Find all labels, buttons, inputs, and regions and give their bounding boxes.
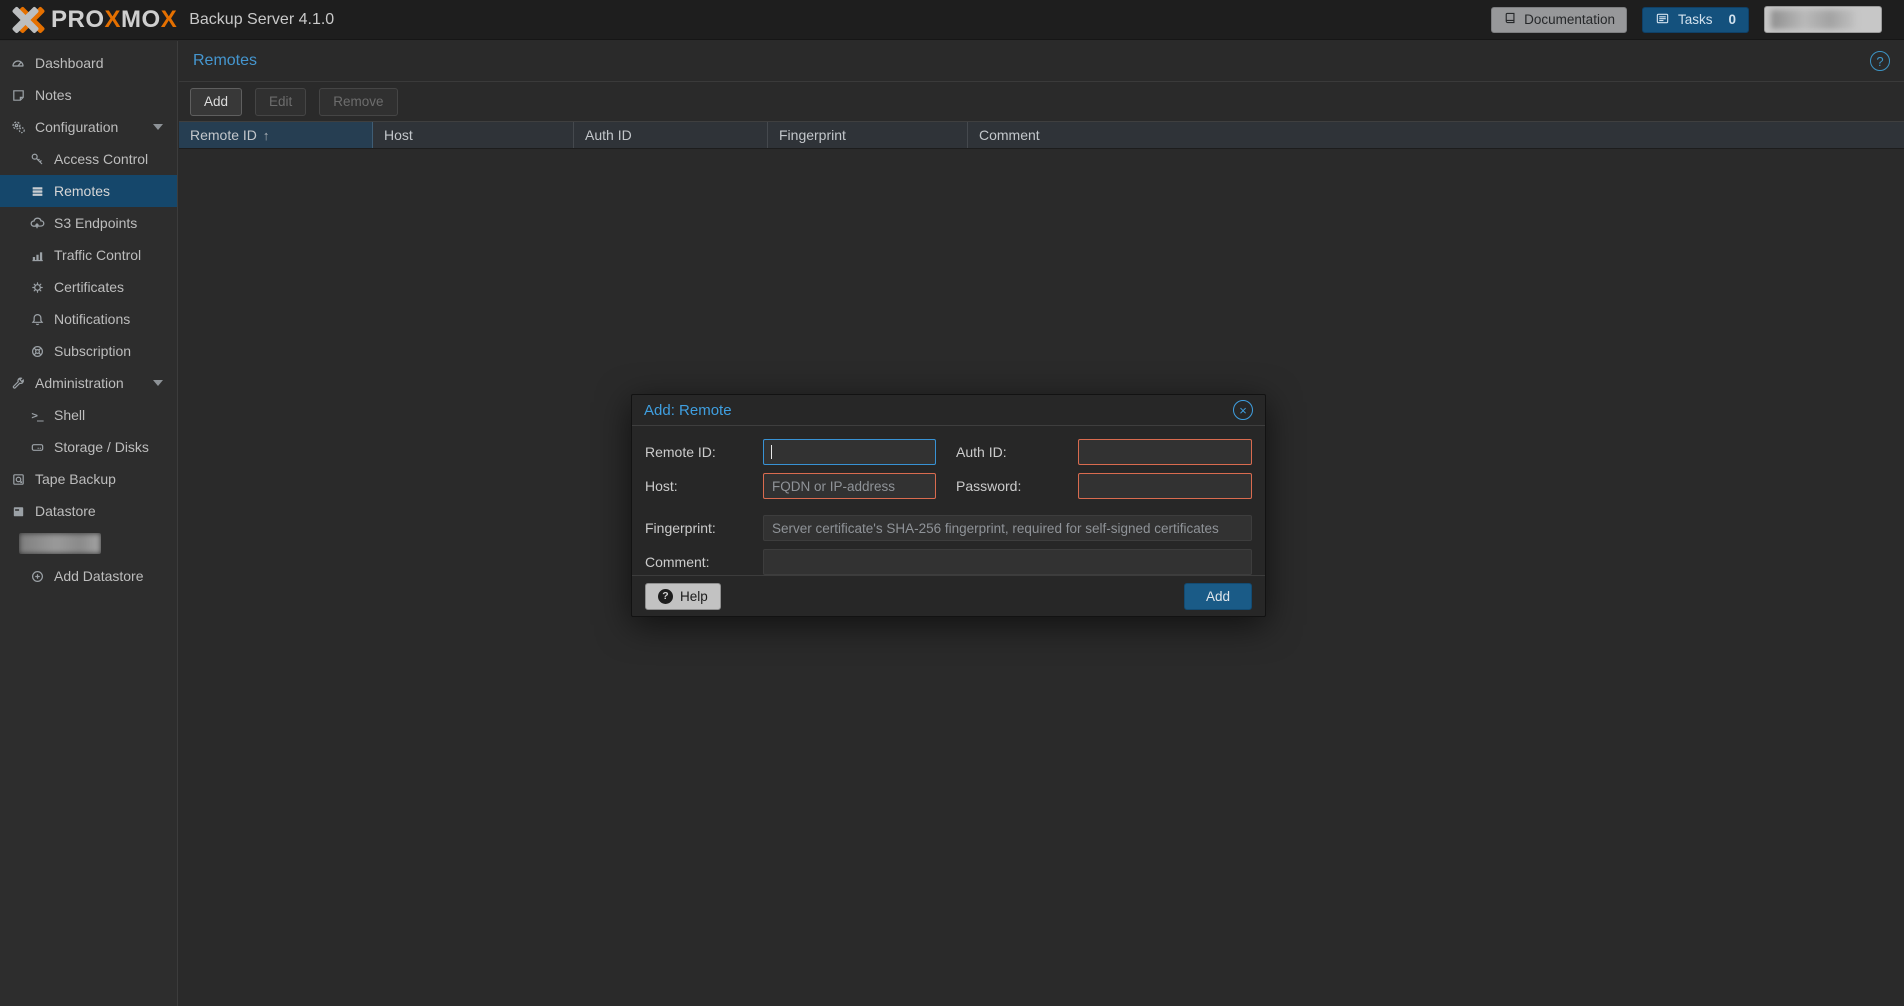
navigation-sidebar: Dashboard Notes Configuration Access Con…: [0, 41, 178, 1006]
auth-id-label: Auth ID:: [956, 444, 1078, 460]
text-caret: [771, 445, 772, 459]
sidebar-item-configuration[interactable]: Configuration: [0, 111, 177, 143]
sidebar-item-s3-endpoints[interactable]: S3 Endpoints: [0, 207, 177, 239]
proxmox-backup-server-app: PROXMOX Backup Server 4.1.0 Documentatio…: [0, 0, 1904, 1006]
page-title: Remotes: [193, 52, 257, 70]
remote-id-input[interactable]: [763, 439, 936, 465]
host-label: Host:: [645, 478, 763, 494]
host-field-wrap: [763, 473, 936, 499]
remove-remote-button[interactable]: Remove: [319, 88, 397, 116]
dialog-add-button[interactable]: Add: [1184, 583, 1252, 610]
add-remote-dialog: Add: Remote × Remote ID: Auth ID: Host:: [631, 394, 1266, 617]
column-header-remote-id[interactable]: Remote ID ↑: [179, 122, 373, 148]
bell-icon: [29, 311, 45, 327]
add-remote-button[interactable]: Add: [190, 88, 242, 116]
dialog-title: Add: Remote: [644, 402, 732, 419]
lifering-icon: [29, 343, 45, 359]
dashboard-gauge-icon: [10, 55, 26, 71]
tasks-count-badge: 0: [1728, 12, 1736, 27]
sidebar-item-access-control[interactable]: Access Control: [0, 143, 177, 175]
dialog-header: Add: Remote ×: [632, 395, 1265, 426]
datastore-icon: [10, 503, 26, 519]
sidebar-item-notifications[interactable]: Notifications: [0, 303, 177, 335]
column-header-host[interactable]: Host: [373, 122, 574, 148]
close-icon[interactable]: ×: [1233, 400, 1253, 420]
datastore-entry-redacted[interactable]: [19, 533, 101, 554]
proxmox-logo: PROXMOX: [12, 5, 177, 35]
certificate-icon: [29, 279, 45, 295]
remote-id-label: Remote ID:: [645, 444, 763, 460]
sidebar-item-administration[interactable]: Administration: [0, 367, 177, 399]
chevron-down-icon[interactable]: [153, 124, 163, 130]
sidebar-item-add-datastore[interactable]: Add Datastore: [0, 560, 177, 592]
documentation-button[interactable]: Documentation: [1491, 7, 1627, 33]
column-header-comment[interactable]: Comment: [968, 122, 1904, 148]
edit-remote-button[interactable]: Edit: [255, 88, 306, 116]
book-icon: [1503, 11, 1517, 28]
remote-id-field-wrap: [763, 439, 936, 465]
remotes-table-header: Remote ID ↑ Host Auth ID Fingerprint Com…: [179, 121, 1904, 149]
traffic-chart-icon: [29, 247, 45, 263]
fingerprint-field-wrap: [763, 515, 1252, 541]
proxmox-x-icon: [12, 5, 42, 35]
comment-input[interactable]: [763, 549, 1252, 575]
chevron-down-icon[interactable]: [153, 380, 163, 386]
task-list-icon: [1655, 11, 1670, 29]
masthead: PROXMOX Backup Server 4.1.0 Documentatio…: [0, 0, 1904, 40]
remotes-toolbar: Add Edit Remove: [179, 82, 1904, 121]
tape-icon: [10, 471, 26, 487]
sidebar-item-subscription[interactable]: Subscription: [0, 335, 177, 367]
password-label: Password:: [956, 478, 1078, 494]
product-version-label: Backup Server 4.1.0: [189, 11, 334, 29]
plus-circle-icon: [29, 568, 45, 584]
sidebar-item-storage-disks[interactable]: Storage / Disks: [0, 431, 177, 463]
sort-ascending-icon: ↑: [263, 128, 270, 143]
sidebar-item-remotes[interactable]: Remotes: [0, 175, 177, 207]
brand-wordmark: PROXMOX: [51, 6, 177, 34]
help-circle-icon[interactable]: ?: [1870, 51, 1890, 71]
key-icon: [29, 151, 45, 167]
question-circle-icon: ?: [658, 589, 673, 604]
tasks-button[interactable]: Tasks 0: [1642, 7, 1749, 33]
sidebar-item-notes[interactable]: Notes: [0, 79, 177, 111]
sidebar-item-datastore[interactable]: Datastore: [0, 495, 177, 527]
help-button[interactable]: ? Help: [645, 583, 721, 610]
column-header-fingerprint[interactable]: Fingerprint: [768, 122, 968, 148]
user-menu-button-redacted[interactable]: [1764, 6, 1882, 33]
remotes-icon: [29, 183, 45, 199]
fingerprint-input[interactable]: [763, 515, 1252, 541]
auth-id-input[interactable]: [1078, 439, 1252, 465]
column-header-auth-id[interactable]: Auth ID: [574, 122, 768, 148]
sidebar-item-shell[interactable]: >_ Shell: [0, 399, 177, 431]
sidebar-item-dashboard[interactable]: Dashboard: [0, 47, 177, 79]
sidebar-item-traffic-control[interactable]: Traffic Control: [0, 239, 177, 271]
sidebar-item-certificates[interactable]: Certificates: [0, 271, 177, 303]
auth-id-field-wrap: [1078, 439, 1252, 465]
panel-titlebar: Remotes ?: [179, 41, 1904, 82]
gears-icon: [10, 119, 26, 135]
password-input[interactable]: [1078, 473, 1252, 499]
sidebar-item-tape-backup[interactable]: Tape Backup: [0, 463, 177, 495]
cloud-upload-icon: [29, 215, 45, 231]
terminal-icon: >_: [29, 407, 45, 423]
host-input[interactable]: [763, 473, 936, 499]
comment-label: Comment:: [645, 554, 763, 570]
note-icon: [10, 87, 26, 103]
comment-field-wrap: [763, 549, 1252, 575]
hdd-icon: [29, 439, 45, 455]
password-field-wrap: [1078, 473, 1252, 499]
wrench-icon: [10, 375, 26, 391]
dialog-footer: ? Help Add: [632, 575, 1265, 616]
fingerprint-label: Fingerprint:: [645, 520, 763, 536]
